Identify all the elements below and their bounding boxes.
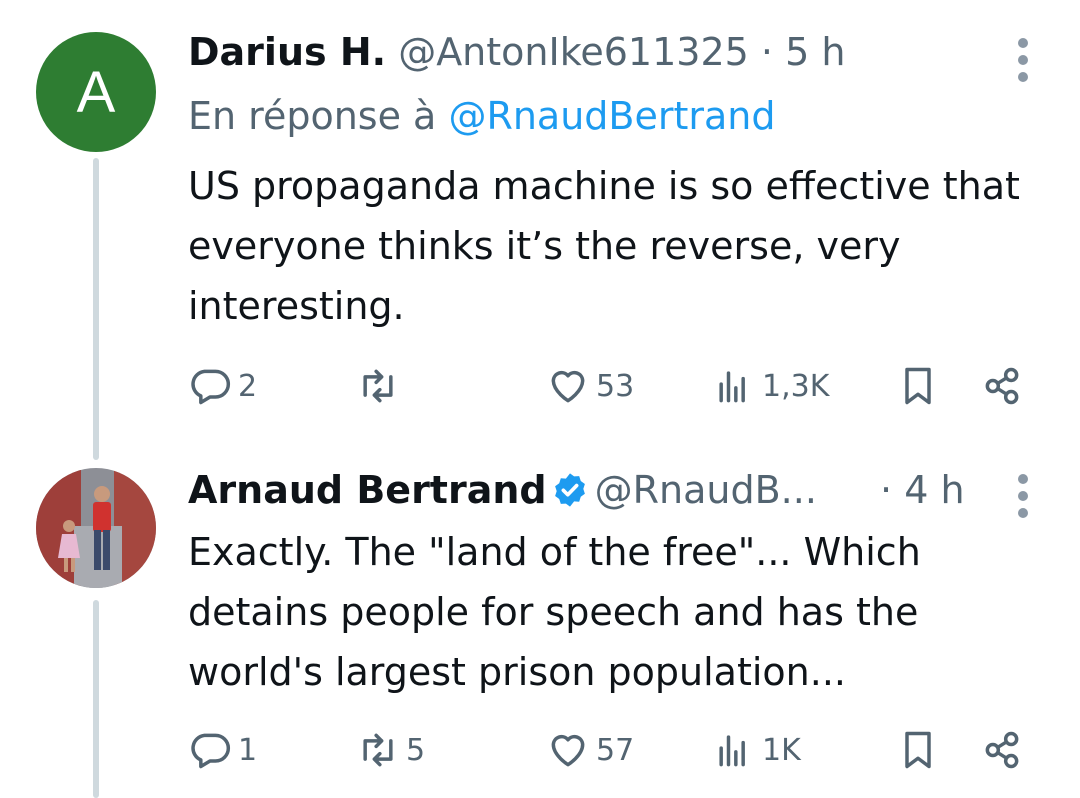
avatar[interactable]: A <box>36 32 156 152</box>
reply-icon <box>191 369 231 405</box>
like-button[interactable]: 53 <box>546 362 634 410</box>
heart-icon <box>551 370 585 403</box>
heart-icon <box>551 734 585 767</box>
author-name[interactable]: Arnaud Bertrand <box>188 468 547 512</box>
views-count: 1,3K <box>762 368 830 404</box>
share-icon <box>985 367 1019 405</box>
separator-dot: · <box>880 468 893 512</box>
avatar-photo[interactable] <box>36 468 156 588</box>
tweet-text: US propaganda machine is so effective th… <box>188 164 1020 328</box>
bookmark-button[interactable] <box>896 726 940 774</box>
tweet-header: Arnaud Bertrand @RnaudB... <box>188 466 817 514</box>
views-button[interactable]: 1K <box>712 726 801 774</box>
reply-mention-link[interactable]: @RnaudBertrand <box>448 94 775 138</box>
reply-button[interactable]: 1 <box>188 726 257 774</box>
retweet-button[interactable] <box>356 362 406 410</box>
separator-dot: · <box>760 30 773 74</box>
like-button[interactable]: 57 <box>546 726 634 774</box>
reply-button[interactable]: 2 <box>188 362 257 410</box>
tweet-header: Darius H. @AntonIke611325 · 5 h <box>188 28 845 76</box>
share-button[interactable] <box>980 362 1024 410</box>
avatar-letter: A <box>76 59 116 125</box>
reply-count: 2 <box>238 368 258 404</box>
more-options-icon[interactable] <box>1016 474 1030 518</box>
thread-line-bottom <box>93 600 99 798</box>
verified-badge-icon <box>554 473 585 507</box>
tweet-time: · 4 h <box>880 466 965 514</box>
tweet-actions: 2 53 1,3K <box>188 362 1048 410</box>
bookmark-button[interactable] <box>896 362 940 410</box>
thread-line-top <box>93 158 99 460</box>
bookmark-icon <box>905 731 931 769</box>
views-count: 1K <box>762 732 801 768</box>
more-options-icon[interactable] <box>1016 38 1030 82</box>
author-handle[interactable]: @RnaudB... <box>595 468 817 512</box>
reply-count: 1 <box>238 732 258 768</box>
reply-context: En réponse à @RnaudBertrand <box>188 92 776 140</box>
author-handle[interactable]: @AntonIke611325 <box>398 30 749 74</box>
author-name[interactable]: Darius H. <box>188 30 386 74</box>
views-button[interactable]: 1,3K <box>712 362 829 410</box>
timestamp[interactable]: 5 h <box>785 30 845 74</box>
share-button[interactable] <box>980 726 1024 774</box>
retweet-icon <box>363 369 393 403</box>
views-icon <box>719 371 745 403</box>
views-icon <box>719 735 745 767</box>
tweet-text: Exactly. The "land of the free"... Which… <box>188 530 921 694</box>
retweet-button[interactable]: 5 <box>356 726 425 774</box>
share-icon <box>985 731 1019 769</box>
retweet-icon <box>363 733 393 767</box>
like-count: 53 <box>596 368 635 404</box>
like-count: 57 <box>596 732 635 768</box>
retweet-count: 5 <box>406 732 426 768</box>
reply-icon <box>191 733 231 769</box>
tweet-actions: 1 5 57 1K <box>188 726 1048 774</box>
avatar-image <box>36 468 156 588</box>
reply-prefix: En réponse à <box>188 94 437 138</box>
bookmark-icon <box>905 367 931 405</box>
timestamp[interactable]: 4 h <box>904 468 964 512</box>
